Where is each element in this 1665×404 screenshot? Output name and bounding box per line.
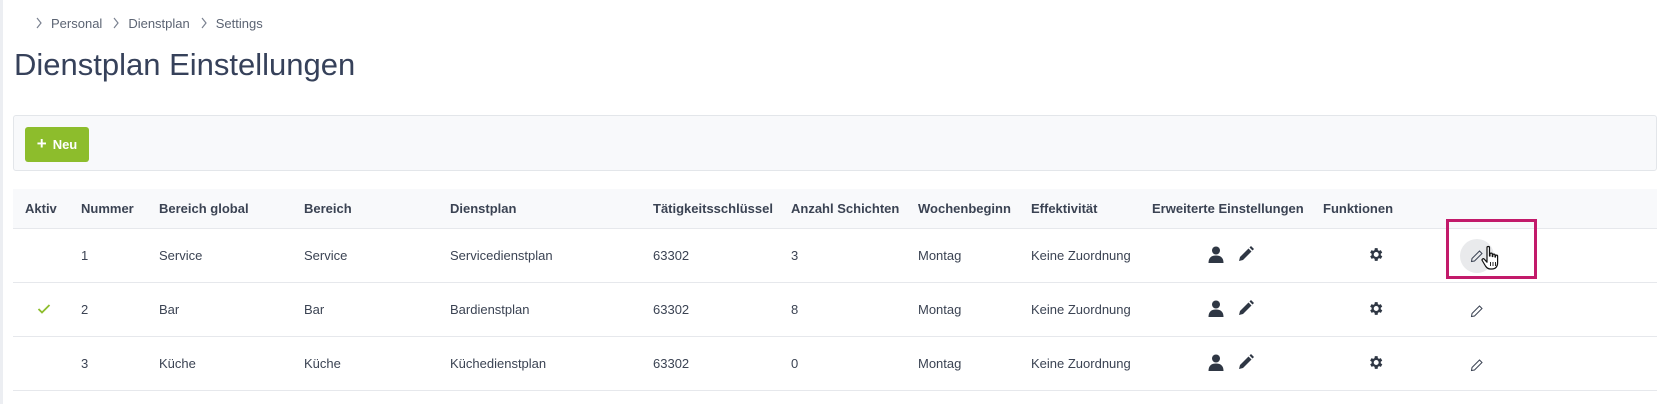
- cell-anzahl-schichten: 0: [791, 356, 799, 371]
- cell-bereich: Bar: [304, 302, 325, 317]
- cell-bereich: Service: [304, 248, 348, 263]
- chevron-right-icon: [36, 17, 42, 29]
- cell-dienstplan: Küchedienstplan: [450, 356, 547, 371]
- column-header-effektivitaet[interactable]: Effektivität: [1031, 189, 1097, 229]
- cell-wochenbeginn: Montag: [918, 248, 962, 263]
- new-button-label: Neu: [52, 137, 78, 152]
- column-header-bereich-global[interactable]: Bereich global: [159, 189, 249, 229]
- column-header-taetigkeitsschluessel[interactable]: Tätigkeitsschlüssel: [653, 189, 773, 229]
- cell-taetigkeitsschluessel: 63302: [653, 302, 690, 317]
- cell-bereich: Küche: [304, 356, 341, 371]
- gear-icon[interactable]: [1367, 300, 1384, 317]
- chevron-right-icon: [201, 17, 207, 29]
- breadcrumb: Personal Dienstplan Settings: [35, 15, 273, 31]
- edit-button[interactable]: [1460, 350, 1494, 380]
- column-header-anzahl-schichten[interactable]: Anzahl Schichten: [791, 189, 899, 229]
- table-header: Aktiv Nummer Bereich global Bereich Dien…: [13, 189, 1657, 229]
- cell-effektivitaet: Keine Zuordnung: [1031, 302, 1131, 317]
- column-header-nummer[interactable]: Nummer: [81, 189, 134, 229]
- page-title: Dienstplan Einstellungen: [14, 47, 356, 82]
- column-header-dienstplan[interactable]: Dienstplan: [450, 189, 516, 229]
- hand-cursor-icon: [1481, 245, 1499, 270]
- edit-icon: [1470, 359, 1483, 372]
- toolbar: + Neu: [13, 115, 1657, 171]
- breadcrumb-item-settings: Settings: [200, 16, 273, 31]
- breadcrumb-label: Settings: [215, 15, 263, 31]
- table-row[interactable]: 3 Küche Küche Küchedienstplan 63302 0 Mo…: [13, 337, 1657, 391]
- chevron-right-icon: [113, 17, 120, 29]
- cell-effektivitaet: Keine Zuordnung: [1031, 356, 1131, 371]
- cell-nummer: 2: [81, 302, 89, 317]
- column-header-erweiterte-einstellungen: Erweiterte Einstellungen: [1152, 201, 1304, 216]
- column-header-funktionen: Funktionen: [1323, 201, 1394, 216]
- pencil-icon[interactable]: [1237, 300, 1254, 317]
- cell-wochenbeginn: Montag: [918, 356, 962, 371]
- cell-anzahl-schichten: 3: [791, 248, 799, 263]
- table-row[interactable]: 1 Service Service Servicedienstplan 6330…: [13, 229, 1657, 283]
- cell-taetigkeitsschluessel: 63302: [653, 356, 690, 371]
- user-icon[interactable]: [1208, 246, 1224, 263]
- cell-taetigkeitsschluessel: 63302: [653, 248, 690, 263]
- edit-button[interactable]: [1460, 296, 1494, 326]
- user-icon[interactable]: [1208, 354, 1224, 371]
- settings-table: Aktiv Nummer Bereich global Bereich Dien…: [13, 189, 1657, 404]
- breadcrumb-item-personal[interactable]: Personal: [35, 16, 112, 31]
- gear-icon[interactable]: [1367, 246, 1384, 263]
- cell-wochenbeginn: Montag: [918, 302, 962, 317]
- cell-nummer: 3: [81, 356, 89, 371]
- left-edge: [0, 0, 3, 404]
- cell-nummer: 1: [81, 248, 89, 263]
- gear-icon[interactable]: [1367, 354, 1384, 371]
- new-button[interactable]: + Neu: [25, 127, 89, 162]
- table-row[interactable]: 2 Bar Bar Bardienstplan 63302 8 Montag K…: [13, 283, 1657, 337]
- user-icon[interactable]: [1208, 300, 1224, 317]
- pencil-icon[interactable]: [1237, 246, 1254, 263]
- column-header-aktiv[interactable]: Aktiv: [25, 189, 57, 229]
- cell-anzahl-schichten: 8: [791, 302, 799, 317]
- breadcrumb-label[interactable]: Dienstplan: [128, 16, 189, 31]
- breadcrumb-label[interactable]: Personal: [51, 16, 102, 31]
- cell-bereich-global: Küche: [159, 356, 196, 371]
- pencil-icon[interactable]: [1237, 354, 1254, 371]
- plus-icon: +: [36, 134, 47, 153]
- column-header-bereich[interactable]: Bereich: [304, 189, 352, 229]
- cell-dienstplan: Bardienstplan: [450, 302, 530, 317]
- cell-effektivitaet: Keine Zuordnung: [1031, 248, 1131, 263]
- check-icon: [37, 304, 51, 314]
- column-header-wochenbeginn[interactable]: Wochenbeginn: [918, 189, 1011, 229]
- cell-dienstplan: Servicedienstplan: [450, 248, 553, 263]
- breadcrumb-item-dienstplan[interactable]: Dienstplan: [112, 16, 199, 31]
- edit-icon: [1470, 305, 1483, 318]
- cell-bereich-global: Service: [159, 248, 203, 263]
- cell-bereich-global: Bar: [159, 302, 180, 317]
